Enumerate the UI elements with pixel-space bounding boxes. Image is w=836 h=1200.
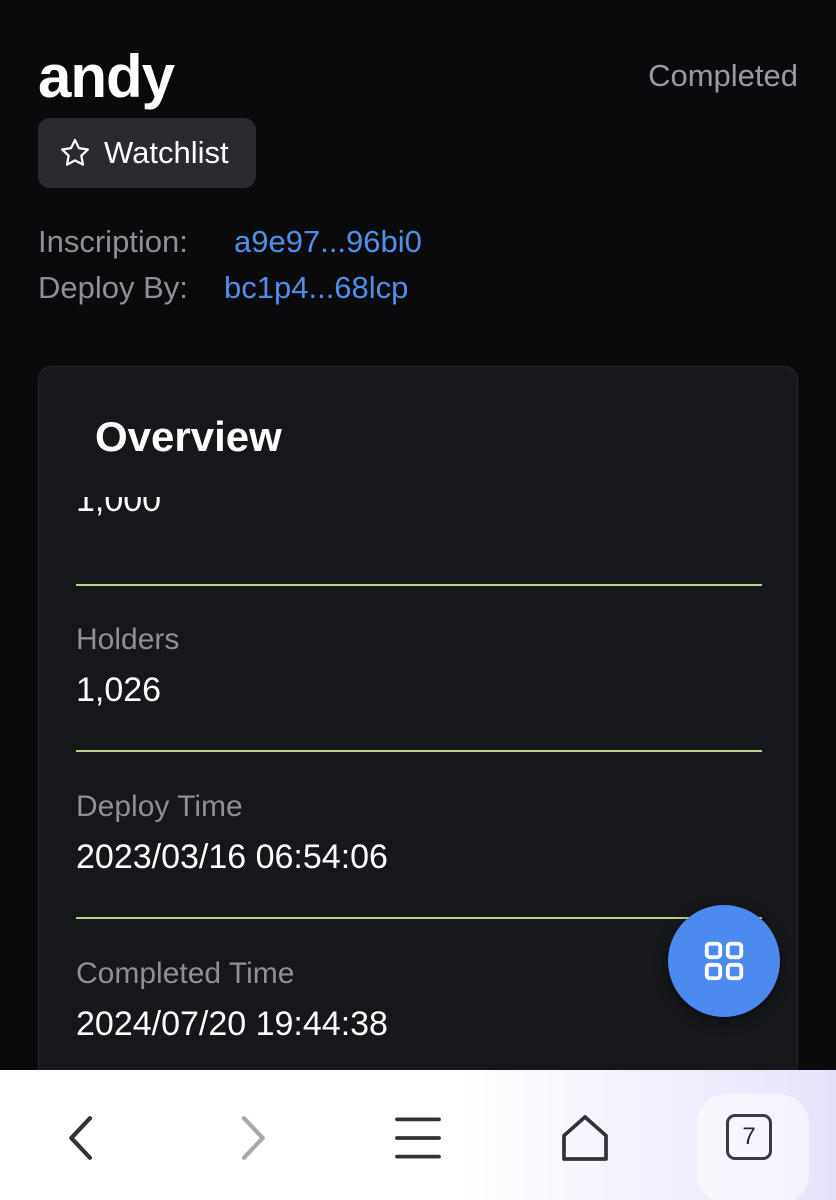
divider xyxy=(76,917,762,919)
overview-card: Overview 1,000 Holders 1,026 Deploy Time… xyxy=(38,366,798,1126)
holders-value: 1,026 xyxy=(76,671,162,709)
status-label: Completed xyxy=(648,58,798,93)
overview-scroll-area[interactable]: 1,000 Holders 1,026 Deploy Time 2023/03/… xyxy=(39,497,797,1125)
supply-value: 1,000 xyxy=(76,497,162,519)
overview-title: Overview xyxy=(95,413,282,460)
completed-time-field: Completed Time 2024/07/20 19:44:38 xyxy=(76,957,762,1044)
forward-arrow-icon xyxy=(241,1116,265,1160)
star-icon xyxy=(60,138,90,166)
browser-bottom-bar: 7 xyxy=(0,1070,836,1200)
menu-button[interactable] xyxy=(373,1098,463,1178)
page: andy Completed Watchlist Inscription: a9… xyxy=(0,0,836,1200)
watchlist-label: Watchlist xyxy=(104,135,229,170)
deploy-time-value: 2023/03/16 06:54:06 xyxy=(76,838,388,876)
completed-time-value: 2024/07/20 19:44:38 xyxy=(76,1005,388,1043)
divider xyxy=(76,750,762,752)
deploy-by-row: Deploy By: bc1p4...68lcp xyxy=(38,270,408,306)
home-icon xyxy=(562,1115,608,1161)
tab-count: 7 xyxy=(742,1123,756,1150)
tabs-icon: 7 xyxy=(726,1114,772,1160)
home-button[interactable] xyxy=(540,1098,630,1178)
deploy-time-field: Deploy Time 2023/03/16 06:54:06 xyxy=(76,790,762,877)
inscription-row: Inscription: a9e97...96bi0 xyxy=(38,224,422,260)
back-arrow-icon xyxy=(69,1116,93,1160)
tabs-button[interactable]: 7 xyxy=(697,1094,809,1200)
deploy-time-label: Deploy Time xyxy=(76,790,243,823)
grid-icon xyxy=(704,941,744,981)
holders-field: Holders 1,026 xyxy=(76,623,762,710)
menu-icon xyxy=(395,1117,441,1159)
watchlist-button[interactable]: Watchlist xyxy=(38,118,256,188)
inscription-label: Inscription: xyxy=(38,224,188,259)
forward-button[interactable] xyxy=(206,1098,296,1178)
page-title: andy xyxy=(38,43,175,110)
deploy-by-link[interactable]: bc1p4...68lcp xyxy=(224,270,408,306)
holders-label: Holders xyxy=(76,623,180,656)
back-button[interactable] xyxy=(38,1098,128,1178)
deploy-by-label: Deploy By: xyxy=(38,270,188,305)
inscription-link[interactable]: a9e97...96bi0 xyxy=(234,224,422,260)
completed-time-label: Completed Time xyxy=(76,957,295,990)
apps-fab-button[interactable] xyxy=(668,905,780,1017)
divider xyxy=(76,584,762,586)
